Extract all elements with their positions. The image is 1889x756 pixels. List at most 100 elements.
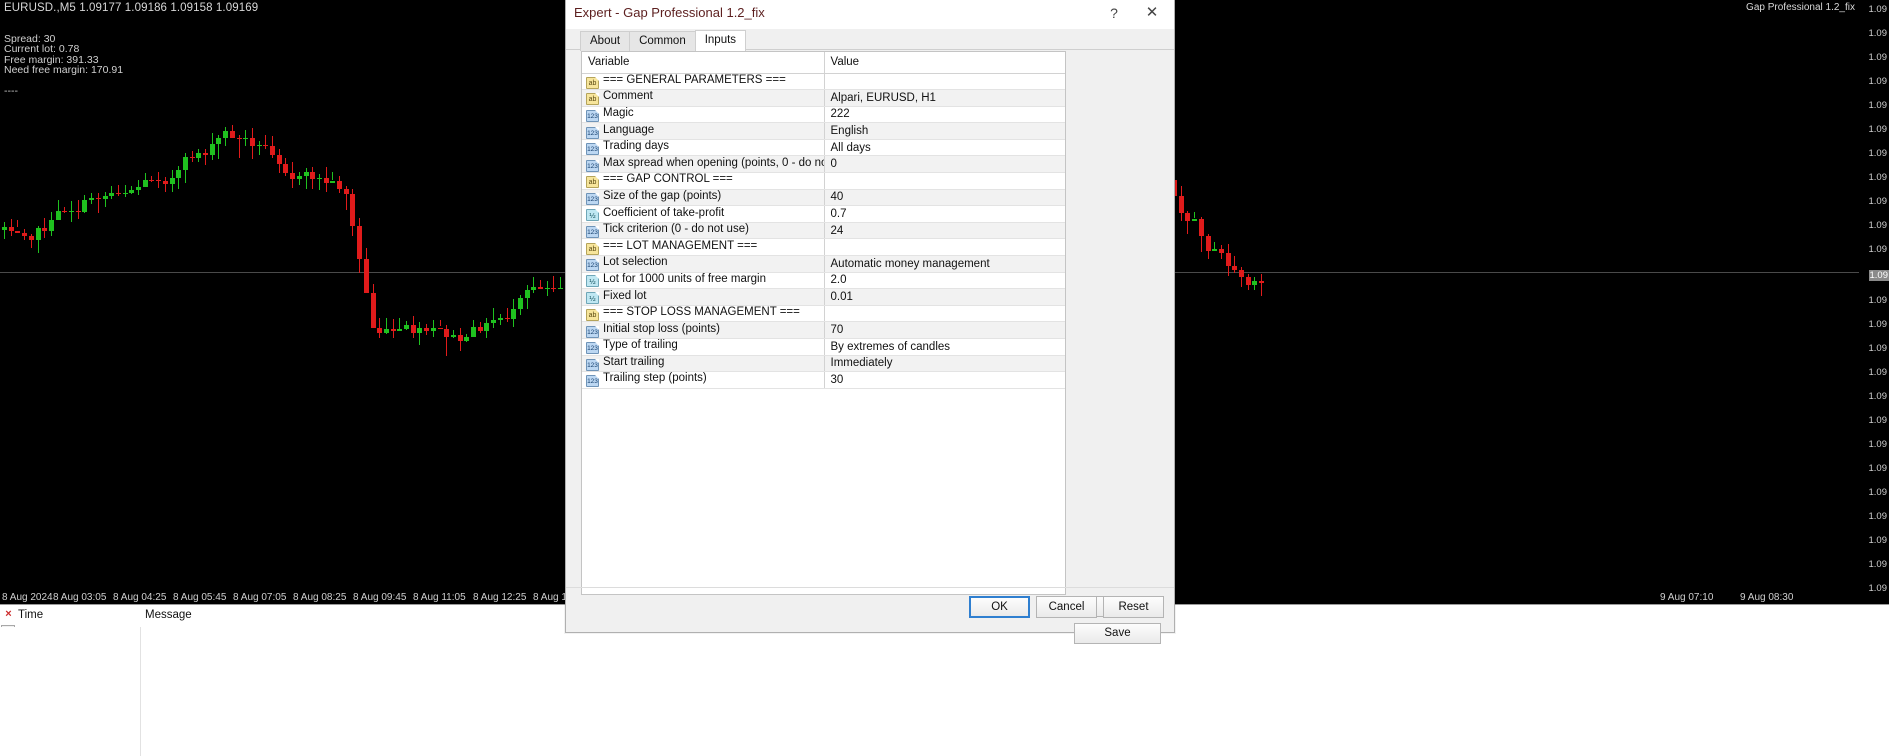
table-row[interactable]: 123 Type of trailing By extremes of candle… <box>582 338 1065 356</box>
cell-variable[interactable]: 123 Initial stop loss (points) <box>582 321 825 339</box>
cell-value[interactable]: English <box>824 122 1065 140</box>
table-row[interactable]: ½ Lot for 1000 units of free margin 2.0 <box>582 272 1065 290</box>
save-button[interactable]: Save <box>1074 623 1161 644</box>
cell-variable[interactable]: 123 Lot selection <box>582 255 825 273</box>
cell-variable[interactable]: ab Comment <box>582 89 825 107</box>
cell-variable[interactable]: 123 Start trailing <box>582 355 825 373</box>
cell-variable[interactable]: ½ Lot for 1000 units of free margin <box>582 272 825 290</box>
cell-value[interactable] <box>824 305 1065 323</box>
cell-variable[interactable]: 123 Type of trailing <box>582 338 825 356</box>
dialog-titlebar[interactable]: Expert - Gap Professional 1.2_fix ? ✕ <box>566 0 1174 30</box>
cell-value[interactable]: 0.01 <box>824 288 1065 306</box>
cell-value[interactable]: 70 <box>824 321 1065 339</box>
cell-variable[interactable]: ½ Fixed lot <box>582 288 825 306</box>
cell-variable[interactable]: 123 Size of the gap (points) <box>582 189 825 207</box>
cell-value[interactable] <box>824 238 1065 257</box>
price-tick-label: 1.09 <box>1868 172 1888 183</box>
cell-value[interactable]: By extremes of candles <box>824 338 1065 356</box>
time-tick-label: 9 Aug 08:30 <box>1740 592 1794 603</box>
table-row[interactable]: 123 Tick criterion (0 - do not use) 24 <box>582 222 1065 240</box>
help-icon[interactable]: ? <box>1100 0 1128 26</box>
tab-inputs[interactable]: Inputs <box>694 30 747 51</box>
cell-value[interactable] <box>824 73 1065 91</box>
table-row[interactable]: 123 Initial stop loss (points) 70 <box>582 321 1065 339</box>
price-tick-label: 1.09 <box>1868 343 1888 354</box>
time-tick-label: 8 Aug 04:25 <box>113 592 167 603</box>
inputs-table-container[interactable]: Variable Value ab === GENERAL PARAMETERS … <box>581 51 1066 595</box>
time-tick-label: 8 Aug 12:25 <box>473 592 527 603</box>
cell-value[interactable]: Immediately <box>824 355 1065 373</box>
table-row[interactable]: ab === GAP CONTROL === <box>582 172 1065 190</box>
table-row[interactable]: 123 Language English <box>582 122 1065 140</box>
cell-variable[interactable]: 123 Trading days <box>582 139 825 157</box>
tab-common[interactable]: Common <box>629 31 696 51</box>
table-row[interactable]: 123 Lot selection Automatic money manageme… <box>582 255 1065 273</box>
cell-value[interactable]: 24 <box>824 222 1065 240</box>
terminal-message-list[interactable] <box>0 627 1889 756</box>
price-tick-label: 1.09 <box>1868 535 1888 546</box>
table-row[interactable]: 123 Magic 222 <box>582 106 1065 124</box>
variable-label: === STOP LOSS MANAGEMENT === <box>603 306 800 319</box>
reset-button[interactable]: Reset <box>1103 596 1164 618</box>
cell-value[interactable]: 2.0 <box>824 272 1065 290</box>
column-header-variable[interactable]: Variable <box>582 52 825 74</box>
terminal-column-time[interactable]: Time <box>18 609 43 621</box>
variable-label: Lot selection <box>603 256 668 269</box>
cell-value[interactable]: 0 <box>824 155 1065 174</box>
table-row[interactable]: ab === STOP LOSS MANAGEMENT === <box>582 305 1065 323</box>
price-tick-label: 1.09 <box>1868 4 1888 15</box>
price-scale[interactable]: 1.09 1.09 1.09 1.09 1.09 1.09 1.09 1.09 1.09 1.09… <box>1859 0 1889 604</box>
integer-icon: 123 <box>586 192 599 205</box>
cell-variable[interactable]: 123 Language <box>582 122 825 140</box>
cell-value[interactable]: Automatic money management <box>824 255 1065 273</box>
variable-label: Max spread when opening (points, 0 - do … <box>603 156 823 169</box>
dialog-tabs[interactable]: About Common Inputs <box>566 30 1174 51</box>
cell-value[interactable] <box>824 172 1065 190</box>
cell-value[interactable]: All days <box>824 139 1065 157</box>
table-row[interactable]: 123 Max spread when opening (points, 0 - … <box>582 155 1065 174</box>
close-icon[interactable]: ✕ <box>1134 0 1170 26</box>
cell-value[interactable]: 0.7 <box>824 205 1065 223</box>
cell-variable[interactable]: ab === GAP CONTROL === <box>582 172 825 190</box>
table-row[interactable]: 123 Start trailing Immediately <box>582 355 1065 373</box>
integer-icon: 123 <box>586 126 599 139</box>
cell-variable[interactable]: 123 Tick criterion (0 - do not use) <box>582 222 825 240</box>
tab-about[interactable]: About <box>580 31 631 51</box>
ok-button[interactable]: OK <box>969 596 1030 618</box>
integer-icon: 123 <box>586 259 599 272</box>
price-tick-label: 1.09 <box>1868 148 1888 159</box>
cell-variable[interactable]: 123 Magic <box>582 106 825 124</box>
dialog-separator <box>566 587 1174 588</box>
float-icon: ½ <box>586 292 599 305</box>
table-row[interactable]: ½ Fixed lot 0.01 <box>582 288 1065 306</box>
table-row[interactable]: 123 Trailing step (points) 30 <box>582 371 1065 389</box>
table-row[interactable]: 123 Trading days All days <box>582 139 1065 157</box>
close-icon[interactable]: × <box>2 608 15 621</box>
cell-value[interactable]: 40 <box>824 189 1065 207</box>
cell-value[interactable]: 30 <box>824 371 1065 389</box>
table-row[interactable]: ab === LOT MANAGEMENT === <box>582 238 1065 257</box>
cell-variable[interactable]: ab === GENERAL PARAMETERS === <box>582 73 825 91</box>
cell-variable[interactable]: 123 Trailing step (points) <box>582 371 825 389</box>
cancel-button[interactable]: Cancel <box>1036 596 1097 618</box>
table-row[interactable]: ab Comment Alpari, EURUSD, H1 <box>582 89 1065 107</box>
time-tick-label: 8 Aug 05:45 <box>173 592 227 603</box>
column-header-value[interactable]: Value <box>824 52 1065 74</box>
current-price-label: 1.09 <box>1868 270 1889 281</box>
cell-value[interactable]: 222 <box>824 106 1065 124</box>
cell-variable[interactable]: 123 Max spread when opening (points, 0 - … <box>582 155 825 174</box>
price-tick-label: 1.09 <box>1868 52 1888 63</box>
cell-variable[interactable]: ab === LOT MANAGEMENT === <box>582 238 825 257</box>
table-row[interactable]: 123 Size of the gap (points) 40 <box>582 189 1065 207</box>
terminal-column-message[interactable]: Message <box>145 609 192 621</box>
table-row[interactable]: ab === GENERAL PARAMETERS === <box>582 73 1065 91</box>
cell-variable[interactable]: ½ Coefficient of take-profit <box>582 205 825 223</box>
price-tick-label: 1.09 <box>1868 415 1888 426</box>
table-row[interactable]: ½ Coefficient of take-profit 0.7 <box>582 205 1065 223</box>
variable-label: Start trailing <box>603 355 665 368</box>
price-tick-label: 1.09 <box>1868 511 1888 522</box>
cell-variable[interactable]: ab === STOP LOSS MANAGEMENT === <box>582 305 825 323</box>
price-tick-label: 1.09 <box>1868 76 1888 87</box>
price-tick-label: 1.09 <box>1868 244 1888 255</box>
cell-value[interactable]: Alpari, EURUSD, H1 <box>824 89 1065 107</box>
